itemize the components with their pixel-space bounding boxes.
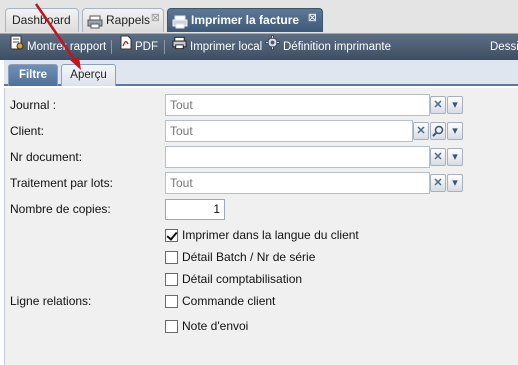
gear-icon: [265, 34, 280, 60]
client-value: Tout: [170, 124, 193, 138]
tab-dashboard[interactable]: Dashboard: [5, 8, 79, 32]
copies-input[interactable]: 1: [165, 199, 225, 220]
toolbar-overflow-item[interactable]: Dessi: [490, 34, 518, 60]
clear-icon[interactable]: ✕: [430, 174, 446, 192]
document-number-label: Nr document:: [10, 150, 83, 164]
customer-order-label: Commande client: [182, 294, 276, 308]
show-report-button[interactable]: Montrer rapport: [10, 34, 106, 60]
tab-apercu-label: Aperçu: [70, 69, 107, 81]
journal-value: Tout: [170, 98, 193, 112]
client-label: Client:: [10, 124, 45, 138]
show-report-label: Montrer rapport: [27, 41, 107, 54]
tab-filtre-label: Filtre: [18, 69, 48, 81]
chevron-down-icon[interactable]: ▾: [447, 148, 463, 166]
tab-imprimer-label: Imprimer la facture: [191, 13, 300, 27]
close-icon[interactable]: ⊠: [151, 7, 160, 29]
copies-label: Nombre de copies:: [10, 202, 111, 216]
customer-order-checkbox[interactable]: [165, 295, 178, 308]
chevron-down-icon[interactable]: ▾: [447, 122, 463, 140]
batch-processing-value: Tout: [170, 176, 193, 190]
toolbar-divider: [164, 40, 165, 54]
print-client-language-checkbox[interactable]: [165, 229, 178, 242]
close-icon[interactable]: ⊠: [308, 7, 317, 29]
print-local-label: Imprimer local: [190, 41, 263, 54]
delivery-note-checkbox[interactable]: [165, 320, 178, 333]
journal-field[interactable]: Tout: [165, 94, 430, 116]
clear-icon[interactable]: ✕: [430, 96, 446, 114]
report-icon: [10, 34, 24, 60]
tab-apercu[interactable]: Aperçu: [61, 64, 116, 86]
tab-dashboard-label: Dashboard: [12, 13, 71, 27]
print-local-button[interactable]: Imprimer local: [172, 34, 262, 60]
search-icon[interactable]: [430, 122, 446, 140]
batch-processing-label: Traitement par lots:: [10, 176, 113, 190]
tab-imprimer-la-facture[interactable]: Imprimer la facture ⊠: [167, 8, 323, 32]
client-field[interactable]: Tout: [165, 120, 413, 142]
toolbar-overflow-label: Dessi: [490, 41, 518, 53]
printer-icon: [87, 14, 103, 29]
delivery-note-label: Note d'envoi: [182, 319, 249, 333]
document-number-field[interactable]: [165, 146, 430, 168]
batch-serial-detail-label: Détail Batch / Nr de série: [182, 250, 316, 264]
toolbar-divider: [111, 40, 112, 54]
printer-definition-button[interactable]: Définition imprimante: [265, 34, 391, 60]
report-toolbar: Montrer rapport PDF Imprimer local Défin…: [0, 34, 518, 60]
view-tab-bar: Filtre Aperçu: [4, 60, 518, 86]
tab-filtre[interactable]: Filtre: [8, 64, 58, 86]
clear-icon[interactable]: ✕: [413, 122, 429, 140]
batch-serial-detail-checkbox[interactable]: [165, 251, 178, 264]
printer-icon: [172, 34, 187, 60]
batch-processing-field[interactable]: Tout: [165, 172, 430, 194]
document-tab-strip: Dashboard Rappels ⊠ Imprimer la facture …: [0, 0, 518, 34]
pdf-icon: [120, 34, 132, 60]
accounting-detail-label: Détail comptabilisation: [182, 272, 303, 286]
tab-rappels-label: Rappels: [106, 13, 151, 27]
printer-definition-label: Définition imprimante: [283, 41, 392, 54]
pdf-button[interactable]: PDF: [120, 34, 158, 60]
tab-rappels[interactable]: Rappels ⊠: [82, 8, 164, 32]
clear-icon[interactable]: ✕: [430, 148, 446, 166]
printer-icon: [172, 14, 188, 29]
accounting-detail-checkbox[interactable]: [165, 273, 178, 286]
print-client-language-label: Imprimer dans la langue du client: [182, 228, 359, 242]
chevron-down-icon[interactable]: ▾: [447, 174, 463, 192]
pdf-label: PDF: [135, 41, 158, 54]
relation-lines-label: Ligne relations:: [10, 294, 92, 308]
journal-label: Journal :: [10, 98, 57, 112]
chevron-down-icon[interactable]: ▾: [447, 96, 463, 114]
